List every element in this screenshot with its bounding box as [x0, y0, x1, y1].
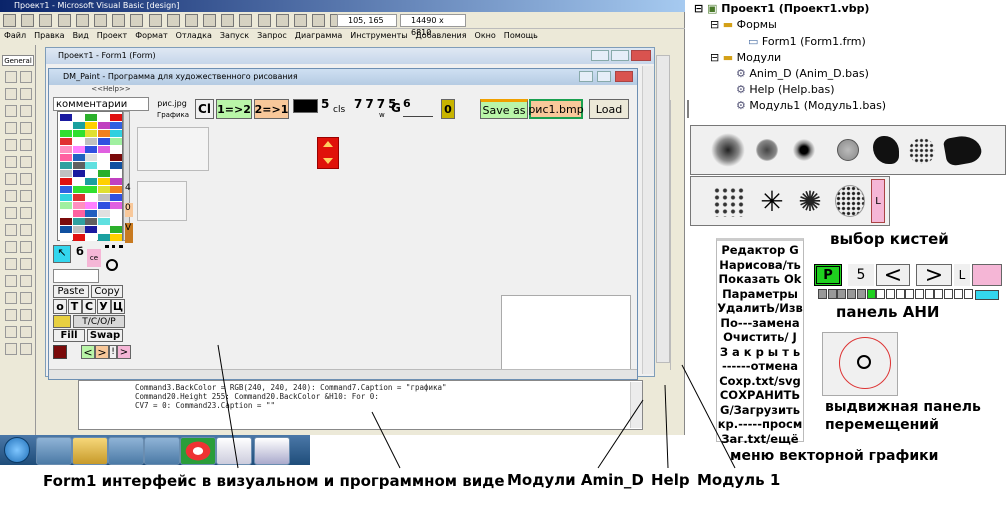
pointer-line-code — [371, 411, 401, 469]
pointer-line-form1 — [217, 344, 239, 469]
pointer-lines — [217, 100, 736, 469]
pointer-line-module1 — [681, 364, 736, 469]
pointer-line-modules — [597, 399, 644, 469]
pointer-line-help — [664, 384, 669, 469]
